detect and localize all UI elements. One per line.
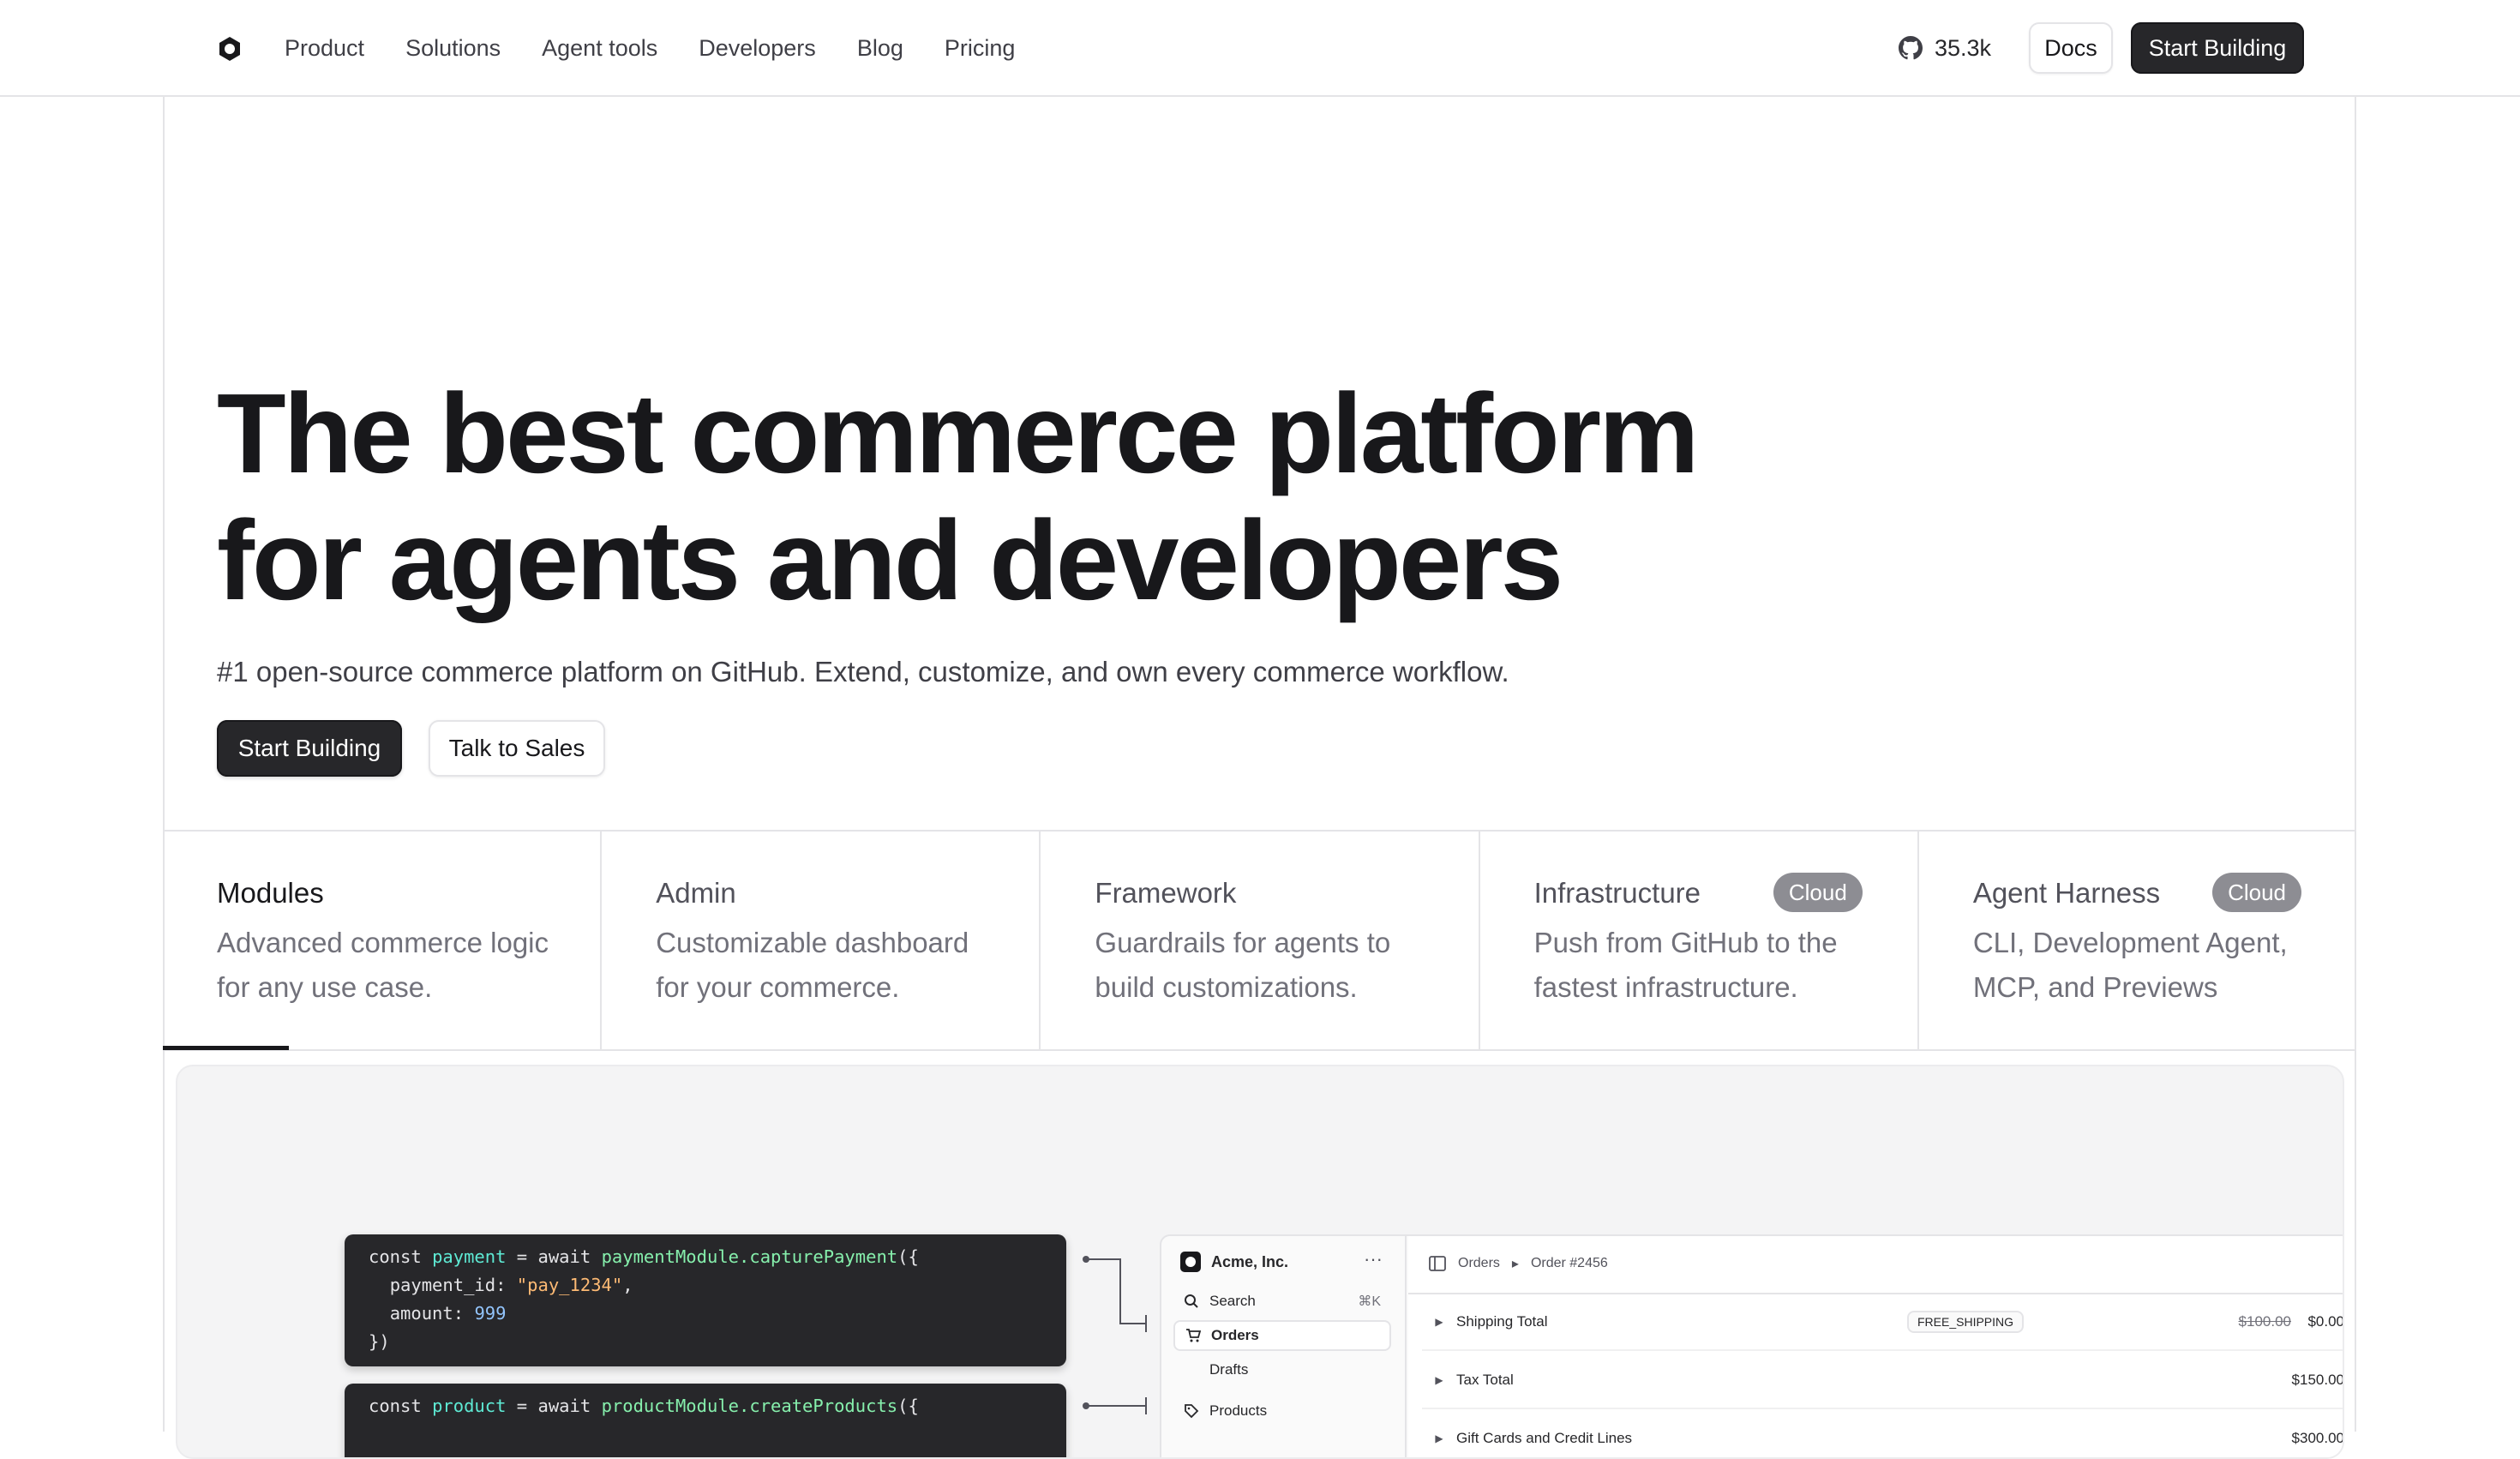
nav-link-agent-tools[interactable]: Agent tools [542, 31, 657, 65]
row-price: $300.00 [2291, 1430, 2344, 1446]
admin-main: Orders ▸ Order #2456 ▶ Shipping Total FR… [1408, 1236, 2344, 1457]
sidebar-item-label: Drafts [1209, 1361, 1249, 1378]
connector-lines [1083, 1256, 1147, 1414]
nav-start-building-button[interactable]: Start Building [2131, 22, 2304, 74]
tab-description: Guardrails for agents to build customiza… [1095, 927, 1391, 1003]
expand-caret-icon[interactable]: ▶ [1422, 1374, 1456, 1386]
admin-dashboard-preview: Acme, Inc. ··· Search ⌘K Orders Drafts P… [1160, 1234, 2344, 1457]
cloud-badge: Cloud [1773, 873, 1863, 912]
code-block-product: const product = await productModule.crea… [345, 1384, 1066, 1457]
breadcrumb: Orders ▸ Order #2456 [1429, 1255, 1608, 1272]
expand-caret-icon[interactable]: ▶ [1422, 1316, 1456, 1328]
row-price: $0.00 [2307, 1313, 2344, 1330]
sidebar-item-label: Products [1209, 1402, 1268, 1419]
cart-icon [1186, 1329, 1201, 1342]
breadcrumb-orders[interactable]: Orders [1458, 1256, 1500, 1271]
tab-admin[interactable]: Admin Customizable dashboard for your co… [602, 832, 1041, 1049]
active-tab-indicator [163, 1046, 289, 1050]
tab-agent-harness[interactable]: Agent Harness Cloud CLI, Development Age… [1919, 832, 2356, 1049]
tab-description: CLI, Development Agent, MCP, and Preview… [1972, 927, 2288, 1003]
github-icon [1899, 36, 1923, 60]
row-price: $150.00 [2291, 1372, 2344, 1388]
nav-link-pricing[interactable]: Pricing [945, 31, 1016, 65]
row-label: Shipping Total [1456, 1313, 1548, 1330]
store-switcher[interactable]: Acme, Inc. [1180, 1252, 1288, 1272]
github-stars-link[interactable]: 35.3k [1899, 31, 1991, 65]
hero-title-line-1: The best commerce platform [217, 370, 1699, 496]
hero-title-line-2: for agents and developers [217, 497, 1563, 623]
tab-title: Modules [217, 877, 324, 909]
tab-infrastructure[interactable]: Infrastructure Cloud Push from GitHub to… [1480, 832, 1919, 1049]
sidebar-item-drafts[interactable]: Drafts [1173, 1354, 1391, 1385]
tab-modules[interactable]: Modules Advanced commerce logic for any … [163, 832, 603, 1049]
sidebar-item-orders[interactable]: Orders [1173, 1320, 1391, 1351]
store-name: Acme, Inc. [1211, 1252, 1289, 1270]
code-block-payment: const payment = await paymentModule.capt… [345, 1234, 1066, 1366]
nav-link-product[interactable]: Product [285, 31, 364, 65]
tag-icon [1185, 1404, 1199, 1419]
summary-row[interactable]: ▶ Gift Cards and Credit Lines $300.00 [1422, 1411, 2344, 1457]
tab-description: Advanced commerce logic for any use case… [217, 927, 549, 1003]
sidebar-item-label: Search [1209, 1293, 1256, 1309]
hero-start-building-button[interactable]: Start Building [217, 720, 402, 777]
breadcrumb-order: Order #2456 [1530, 1256, 1608, 1270]
store-logo-icon [1180, 1252, 1201, 1272]
frame-border-right [2355, 97, 2356, 1432]
medusa-logo-icon[interactable] [217, 36, 243, 62]
original-price: $100.00 [2238, 1313, 2291, 1330]
row-label: Tax Total [1456, 1372, 1514, 1388]
nav-link-blog[interactable]: Blog [857, 31, 903, 65]
talk-to-sales-button[interactable]: Talk to Sales [429, 720, 605, 777]
github-star-count: 35.3k [1935, 35, 1992, 61]
summary-row[interactable]: ▶ Tax Total $150.00 [1422, 1353, 2344, 1409]
sidebar-item-products[interactable]: Products [1173, 1396, 1391, 1426]
nav-link-solutions[interactable]: Solutions [405, 31, 501, 65]
row-label: Gift Cards and Credit Lines [1456, 1430, 1633, 1446]
modules-preview-panel: const payment = await paymentModule.capt… [176, 1065, 2344, 1459]
hero-subtitle: #1 open-source commerce platform on GitH… [217, 656, 1509, 687]
summary-row[interactable]: ▶ Shipping Total FREE_SHIPPING $100.00 $… [1422, 1294, 2344, 1351]
sidebar-item-label: Orders [1211, 1327, 1259, 1343]
promo-code-tag: FREE_SHIPPING [1907, 1311, 2025, 1333]
expand-caret-icon[interactable]: ▶ [1422, 1432, 1456, 1444]
nav-link-developers[interactable]: Developers [699, 31, 816, 65]
cloud-badge: Cloud [2212, 873, 2302, 912]
breadcrumb-separator-icon: ▸ [1511, 1257, 1519, 1271]
frame-border-left [163, 97, 165, 1432]
sidebar-item-search[interactable]: Search ⌘K [1173, 1286, 1391, 1317]
hero-title: The best commerce platform for agents an… [217, 370, 2103, 624]
sidebar-toggle-icon[interactable] [1429, 1256, 1446, 1271]
tab-description: Push from GitHub to the fastest infrastr… [1533, 927, 1838, 1003]
tab-description: Customizable dashboard for your commerce… [656, 927, 969, 1003]
admin-sidebar: Acme, Inc. ··· Search ⌘K Orders Drafts P… [1161, 1236, 1407, 1457]
search-icon [1185, 1294, 1198, 1308]
tab-title: Framework [1095, 877, 1237, 909]
tab-framework[interactable]: Framework Guardrails for agents to build… [1041, 832, 1480, 1049]
tab-title: Admin [656, 877, 736, 909]
search-shortcut: ⌘K [1358, 1294, 1381, 1309]
docs-button[interactable]: Docs [2029, 22, 2113, 74]
more-options-icon[interactable]: ··· [1364, 1248, 1383, 1270]
nav-links: Product Solutions Agent tools Developers… [285, 31, 1056, 65]
feature-tabs: Modules Advanced commerce logic for any … [163, 830, 2356, 1051]
top-navigation: Product Solutions Agent tools Developers… [0, 0, 2520, 97]
